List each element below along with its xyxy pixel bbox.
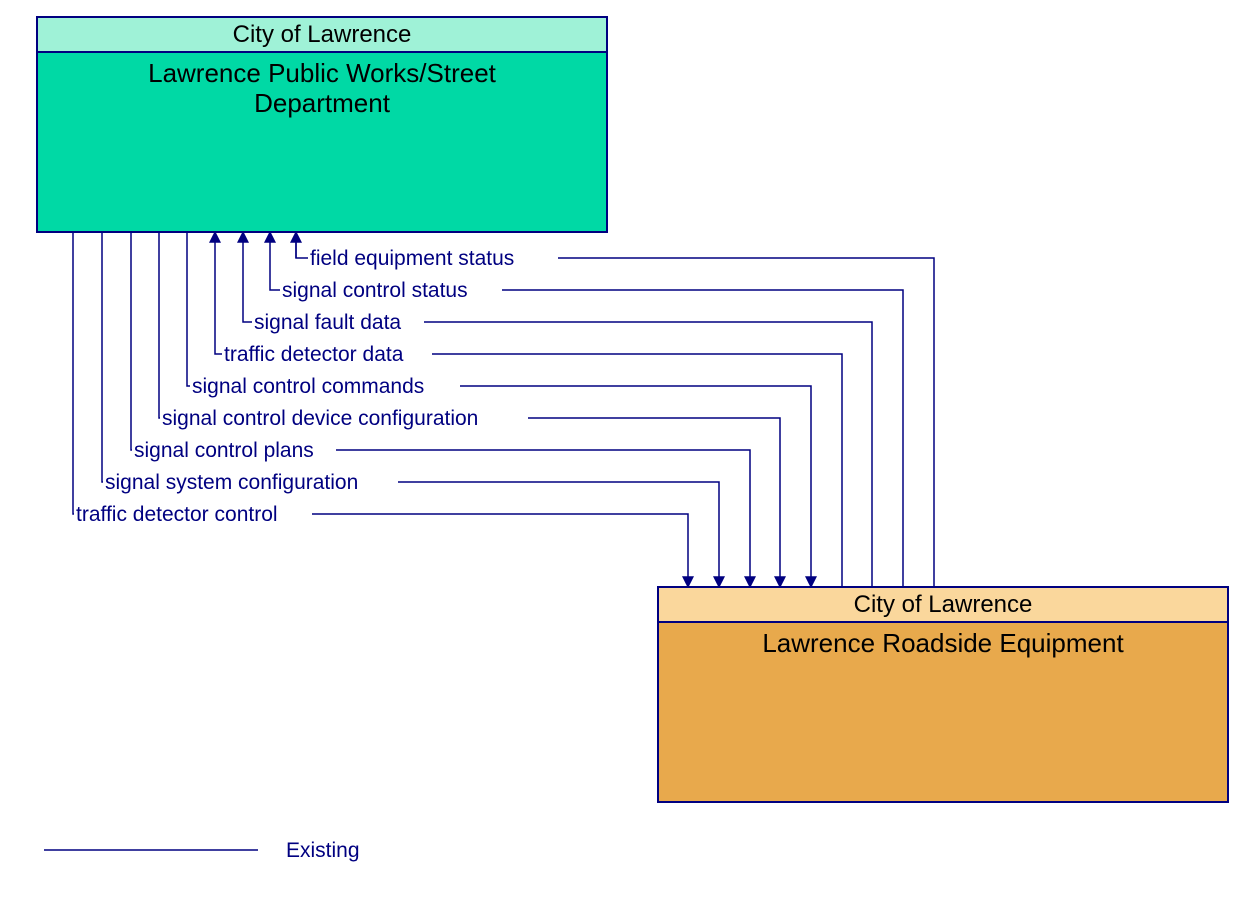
architecture-diagram: City of Lawrence Lawrence Public Works/S… (0, 0, 1252, 897)
svg-text:signal control status: signal control status (282, 279, 468, 302)
box2-body-line1: Lawrence Roadside Equipment (762, 628, 1124, 658)
svg-text:signal control commands: signal control commands (192, 375, 424, 398)
box1-body-line2: Department (254, 88, 391, 118)
svg-text:signal fault data: signal fault data (254, 311, 401, 334)
svg-text:traffic detector control: traffic detector control (76, 503, 278, 526)
svg-text:traffic detector data: traffic detector data (224, 343, 404, 366)
box-lawrence-roadside-equipment[interactable]: City of Lawrence Lawrence Roadside Equip… (658, 587, 1228, 802)
svg-text:signal system configuration: signal system configuration (105, 471, 358, 494)
svg-text:signal control device configur: signal control device configuration (162, 407, 478, 430)
svg-text:field equipment status: field equipment status (310, 247, 514, 270)
legend-existing-label: Existing (286, 839, 360, 862)
box1-body-line1: Lawrence Public Works/Street (148, 58, 497, 88)
box-lawrence-public-works[interactable]: City of Lawrence Lawrence Public Works/S… (37, 17, 607, 232)
box2-header-text: City of Lawrence (854, 591, 1033, 618)
box1-header-text: City of Lawrence (233, 21, 412, 48)
svg-text:signal control plans: signal control plans (134, 439, 314, 462)
legend: Existing (44, 839, 360, 862)
flow-signal-control-device-configuration: signal control device configuration (159, 232, 780, 587)
